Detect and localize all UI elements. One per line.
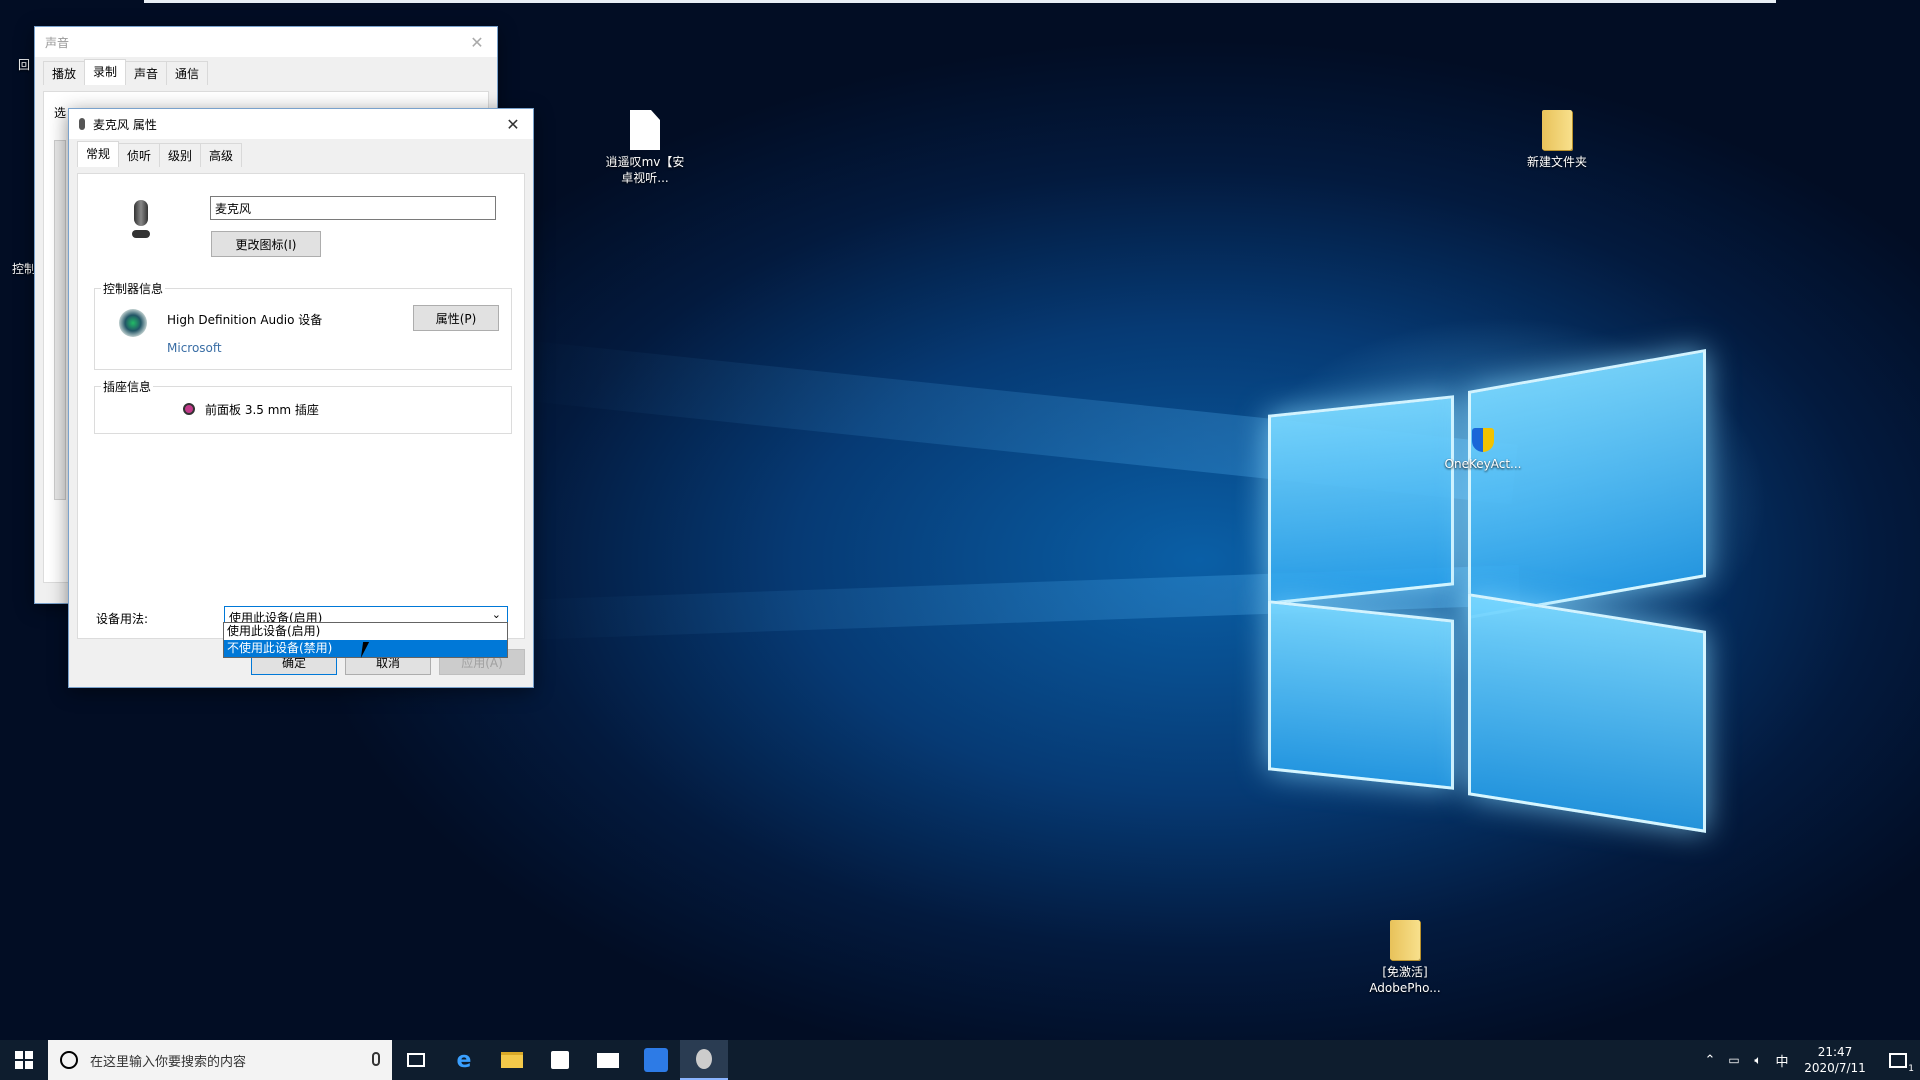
change-icon-button[interactable]: 更改图标(I)	[211, 231, 321, 257]
tab-levels[interactable]: 级别	[159, 143, 202, 167]
desktop-icon-control-partial[interactable]: 控制	[12, 260, 36, 277]
task-view-icon[interactable]	[392, 1040, 440, 1080]
general-panel: 更改图标(I) 控制器信息 High Definition Audio 设备 M…	[77, 173, 525, 639]
desktop-icon-adobe[interactable]: [免激活] AdobePho...	[1360, 920, 1450, 996]
controller-name: High Definition Audio 设备	[167, 313, 323, 327]
top-strip	[144, 0, 1776, 3]
jack-color-icon	[183, 403, 195, 415]
store-icon[interactable]	[536, 1040, 584, 1080]
chevron-up-icon[interactable]: ⌃	[1698, 1053, 1722, 1068]
notification-count: 1	[1908, 1064, 1914, 1074]
taskbar-search-box[interactable]: 在这里输入你要搜索的内容	[48, 1040, 392, 1080]
sound-titlebar[interactable]: 声音	[35, 27, 497, 57]
tab-general[interactable]: 常规	[77, 141, 120, 167]
desktop-icon-label: 逍遥叹mv【安卓视听...	[605, 155, 685, 185]
tab-listen[interactable]: 侦听	[118, 143, 161, 167]
file-explorer-icon[interactable]	[488, 1040, 536, 1080]
clock[interactable]: 21:47 2020/7/11	[1794, 1044, 1876, 1076]
mic-properties-dialog[interactable]: 麦克风 属性 ✕ 常规 侦听 级别 高级 更改图标(I) 控制器信息 High …	[68, 108, 534, 688]
logo-pane	[1268, 600, 1454, 790]
file-icon	[630, 110, 660, 150]
network-icon[interactable]: ▭	[1722, 1053, 1746, 1067]
mic-titlebar[interactable]: 麦克风 属性	[69, 109, 533, 139]
mic-icon	[79, 118, 85, 130]
search-placeholder: 在这里输入你要搜索的内容	[90, 1054, 247, 1070]
microphone-icon[interactable]	[372, 1052, 380, 1066]
system-tray: ⌃ ▭ 🔈︎ 中 21:47 2020/7/11 1	[1698, 1040, 1920, 1080]
desktop-icon-onekeyact[interactable]: OneKeyAct...	[1438, 428, 1528, 472]
tab-sounds[interactable]: 声音	[125, 61, 168, 85]
folder-icon	[1542, 110, 1572, 150]
clock-date: 2020/7/11	[1804, 1061, 1866, 1075]
sound-tabs: 播放 录制 声音 通信	[35, 59, 497, 85]
tab-playback[interactable]: 播放	[43, 61, 86, 85]
logo-pane	[1468, 593, 1706, 833]
jack-label: 前面板 3.5 mm 插座	[205, 403, 319, 417]
tab-advanced[interactable]: 高级	[200, 143, 243, 167]
desktop-icon-recycle-partial[interactable]: 回	[18, 56, 30, 73]
controller-group-label: 控制器信息	[101, 280, 166, 297]
controller-properties-button[interactable]: 属性(P)	[413, 305, 499, 331]
folder-icon	[1390, 920, 1420, 960]
taskbar: 在这里输入你要搜索的内容 e ⌃ ▭ 🔈︎ 中 21:47 2020/7/11 …	[0, 1040, 1920, 1080]
edge-icon[interactable]: e	[440, 1040, 488, 1080]
speaker-icon	[119, 309, 147, 337]
microphone-icon	[132, 200, 150, 242]
tab-recording[interactable]: 录制	[84, 59, 127, 85]
sound-app-icon[interactable]	[680, 1040, 728, 1080]
mail-icon[interactable]	[584, 1040, 632, 1080]
logo-pane	[1468, 349, 1706, 619]
windows-start-icon[interactable]	[0, 1040, 48, 1080]
controller-vendor[interactable]: Microsoft	[167, 341, 222, 355]
ime-indicator[interactable]: 中	[1770, 1051, 1794, 1070]
dropdown-option[interactable]: 使用此设备(启用)	[224, 623, 507, 640]
desktop-icon-label: [免激活] AdobePho...	[1369, 965, 1441, 995]
baidu-icon[interactable]	[632, 1040, 680, 1080]
sound-partial-text: 选	[54, 106, 67, 120]
tab-communications[interactable]: 通信	[166, 61, 209, 85]
mic-title: 麦克风 属性	[93, 117, 157, 132]
device-list	[54, 140, 66, 500]
cortana-icon	[60, 1051, 78, 1069]
mic-tabs: 常规 侦听 级别 高级	[69, 141, 533, 167]
desktop-icon-video-file[interactable]: 逍遥叹mv【安卓视听...	[600, 110, 690, 186]
controller-info-group: 控制器信息 High Definition Audio 设备 Microsoft…	[94, 280, 512, 370]
jack-info-group: 插座信息 前面板 3.5 mm 插座	[94, 378, 512, 434]
sound-title: 声音	[45, 35, 70, 50]
desktop-icon-new-folder[interactable]: 新建文件夹	[1512, 110, 1602, 170]
volume-icon[interactable]: 🔈︎	[1746, 1053, 1770, 1068]
close-icon[interactable]: ✕	[493, 109, 533, 139]
action-center-icon[interactable]: 1	[1876, 1040, 1920, 1080]
mouse-cursor-icon	[360, 642, 376, 658]
close-icon[interactable]: ✕	[457, 27, 497, 57]
desktop-icon-label: 新建文件夹	[1526, 155, 1587, 169]
logo-pane	[1268, 395, 1454, 605]
jack-group-label: 插座信息	[101, 378, 154, 395]
device-usage-label: 设备用法:	[96, 612, 149, 626]
device-name-input[interactable]	[210, 196, 496, 220]
clock-time: 21:47	[1817, 1045, 1853, 1059]
chevron-down-icon: ⌄	[491, 608, 501, 621]
desktop-icon-label: OneKeyAct...	[1444, 457, 1522, 471]
shield-icon	[1472, 428, 1494, 452]
